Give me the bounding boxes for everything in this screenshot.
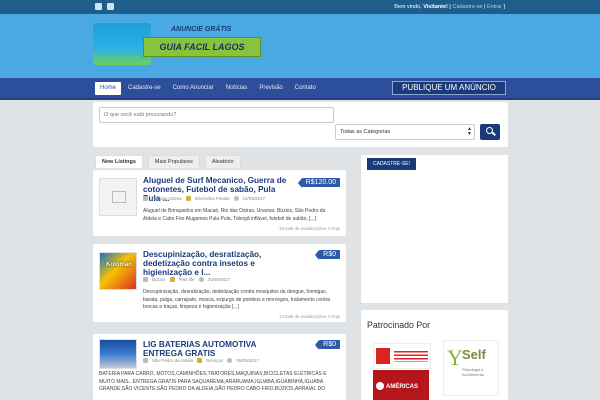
sponsor-logo-americas[interactable]: AMÉRICAS bbox=[373, 370, 429, 400]
listing-title[interactable]: Descupinização, desratização, dedetizaçã… bbox=[143, 250, 288, 277]
category-icon bbox=[185, 196, 191, 201]
rss-icon[interactable] bbox=[95, 3, 102, 10]
self-label: Self bbox=[462, 347, 486, 362]
listing-views: 34 total de visualizações, 0 hoje bbox=[279, 226, 340, 231]
listing-card: LIG BATERIAS AUTOMOTIVA ENTREGA GRATIS R… bbox=[93, 334, 346, 400]
clock-icon bbox=[227, 358, 233, 363]
listing-thumbnail[interactable] bbox=[99, 339, 137, 369]
listing-title[interactable]: LIG BATERIAS AUTOMOTIVA ENTREGA GRATIS bbox=[143, 340, 288, 358]
twitter-icon[interactable] bbox=[107, 3, 114, 10]
welcome-prefix: Bem vindo, bbox=[394, 4, 422, 10]
listing-location[interactable]: São Pedro da Aldeia bbox=[152, 358, 193, 363]
listing-category[interactable]: Diversões Festas bbox=[195, 196, 230, 201]
listing-price: R$0 bbox=[315, 340, 340, 350]
self-sublabel: Psicologia e Acolhimento bbox=[462, 367, 485, 377]
msf-text-lines bbox=[394, 351, 428, 362]
select-arrows-icon: ▲ ▼ bbox=[467, 126, 472, 137]
listing-description: BATERIA PARA CARRO, MOTOS,CAMINHÕES,TRAT… bbox=[99, 371, 327, 393]
visitor-name: Visitante! bbox=[423, 4, 448, 10]
listing-meta: São Pedro da Aldeia Serviços 08/09/2017 bbox=[143, 358, 259, 363]
sponsors-widget: Patrocinado Por AMÉRICAS Y Self Psicolog… bbox=[361, 310, 508, 400]
main-navigation: Home Cadastre-se Como Anunciar Notícias … bbox=[0, 78, 600, 100]
thumbnail-caption: Koloman bbox=[106, 262, 132, 268]
sponsor-logo-msf[interactable] bbox=[373, 343, 431, 369]
nav-item-previsao[interactable]: Previsão bbox=[254, 82, 287, 95]
listing-views: 14 total de visualizações, 0 hoje bbox=[279, 314, 340, 319]
listing-tabs: New Listings Mais Populares Aleatório bbox=[95, 155, 241, 168]
logo-name: GUIA FACIL LAGOS bbox=[143, 37, 261, 57]
clock-icon bbox=[233, 196, 239, 201]
sponsor-logo-self[interactable]: Y Self Psicologia e Acolhimento bbox=[443, 340, 499, 396]
nav-item-como-anunciar[interactable]: Como Anunciar bbox=[168, 82, 219, 95]
listing-location[interactable]: Búzios bbox=[152, 277, 166, 282]
category-icon bbox=[169, 277, 175, 282]
listing-description: Descupinização, desratização, dedetizaçã… bbox=[143, 289, 331, 311]
tab-new-listings[interactable]: New Listings bbox=[95, 155, 143, 168]
register-button[interactable]: CADASTRE-SE! bbox=[367, 158, 416, 170]
search-input[interactable] bbox=[99, 107, 334, 123]
bracket-open: [ bbox=[449, 4, 451, 10]
listing-thumbnail[interactable] bbox=[99, 178, 137, 216]
listing-price: R$0 bbox=[315, 250, 340, 260]
americas-label: AMÉRICAS bbox=[386, 384, 419, 390]
nav-item-home[interactable]: Home bbox=[95, 82, 122, 95]
welcome-text: Bem vindo, Visitante! [ Cadastre-se | En… bbox=[394, 4, 505, 10]
separator: | bbox=[483, 4, 486, 10]
site-logo[interactable]: ANUNCIE GRÁTIS GUIA FACIL LAGOS bbox=[93, 23, 261, 65]
nav-item-noticias[interactable]: Notícias bbox=[221, 82, 253, 95]
listing-date: 20/09/2017 bbox=[207, 277, 231, 282]
location-icon bbox=[143, 358, 148, 363]
nav-item-cadastre-se[interactable]: Cadastre-se bbox=[123, 82, 166, 95]
bracket-close: ] bbox=[503, 4, 505, 10]
tab-mais-populares[interactable]: Mais Populares bbox=[147, 155, 200, 168]
category-selected: Todas as Categorias bbox=[340, 129, 391, 135]
listing-description: Aluguel de Brinquedos em Macaé, Rio das … bbox=[143, 208, 326, 222]
listing-date: 08/09/2017 bbox=[236, 358, 259, 363]
tab-aleatorio[interactable]: Aleatório bbox=[204, 155, 241, 168]
register-link[interactable]: Cadastre-se bbox=[452, 4, 482, 10]
listing-thumbnail[interactable]: Koloman bbox=[99, 252, 137, 290]
location-icon bbox=[143, 196, 148, 201]
location-icon bbox=[143, 277, 148, 282]
category-select[interactable]: Todas as Categorias ▲ ▼ bbox=[335, 124, 475, 140]
listing-card: Koloman Descupinização, desratização, de… bbox=[93, 244, 346, 322]
listing-price: R$120.00 bbox=[297, 178, 340, 188]
listing-location[interactable]: Rio das Ostras bbox=[152, 196, 182, 201]
listing-meta: Rio das Ostras Diversões Festas 21/09/20… bbox=[143, 196, 265, 201]
image-placeholder-icon bbox=[112, 191, 126, 203]
login-link[interactable]: Entrar bbox=[487, 4, 502, 10]
listing-category[interactable]: Pets life bbox=[179, 277, 195, 282]
nav-item-contato[interactable]: Contato bbox=[290, 82, 321, 95]
top-bar: Bem vindo, Visitante! [ Cadastre-se | En… bbox=[0, 0, 600, 14]
listing-date: 21/09/2017 bbox=[242, 196, 266, 201]
publish-ad-button[interactable]: PUBLIQUE UM ANÚNCIO bbox=[392, 81, 506, 95]
self-emblem-icon: Y bbox=[447, 345, 463, 370]
listing-category[interactable]: Serviços bbox=[206, 358, 223, 363]
msf-emblem-icon bbox=[376, 348, 390, 364]
social-links bbox=[95, 3, 114, 10]
logo-tagline: ANUNCIE GRÁTIS bbox=[171, 26, 232, 33]
search-button[interactable] bbox=[480, 124, 500, 140]
sidebar-widget: CADASTRE-SE! bbox=[361, 155, 508, 303]
listing-meta: Búzios Pets life 20/09/2017 bbox=[143, 277, 230, 282]
category-icon bbox=[197, 358, 203, 363]
americas-emblem-icon bbox=[376, 382, 384, 390]
nav-menu: Home Cadastre-se Como Anunciar Notícias … bbox=[95, 82, 321, 95]
sponsors-title: Patrocinado Por bbox=[367, 320, 431, 330]
search-icon-handle bbox=[492, 131, 496, 136]
listing-card: Aluguel de Surf Mecanico, Guerra de coto… bbox=[93, 170, 346, 236]
clock-icon bbox=[198, 277, 204, 282]
